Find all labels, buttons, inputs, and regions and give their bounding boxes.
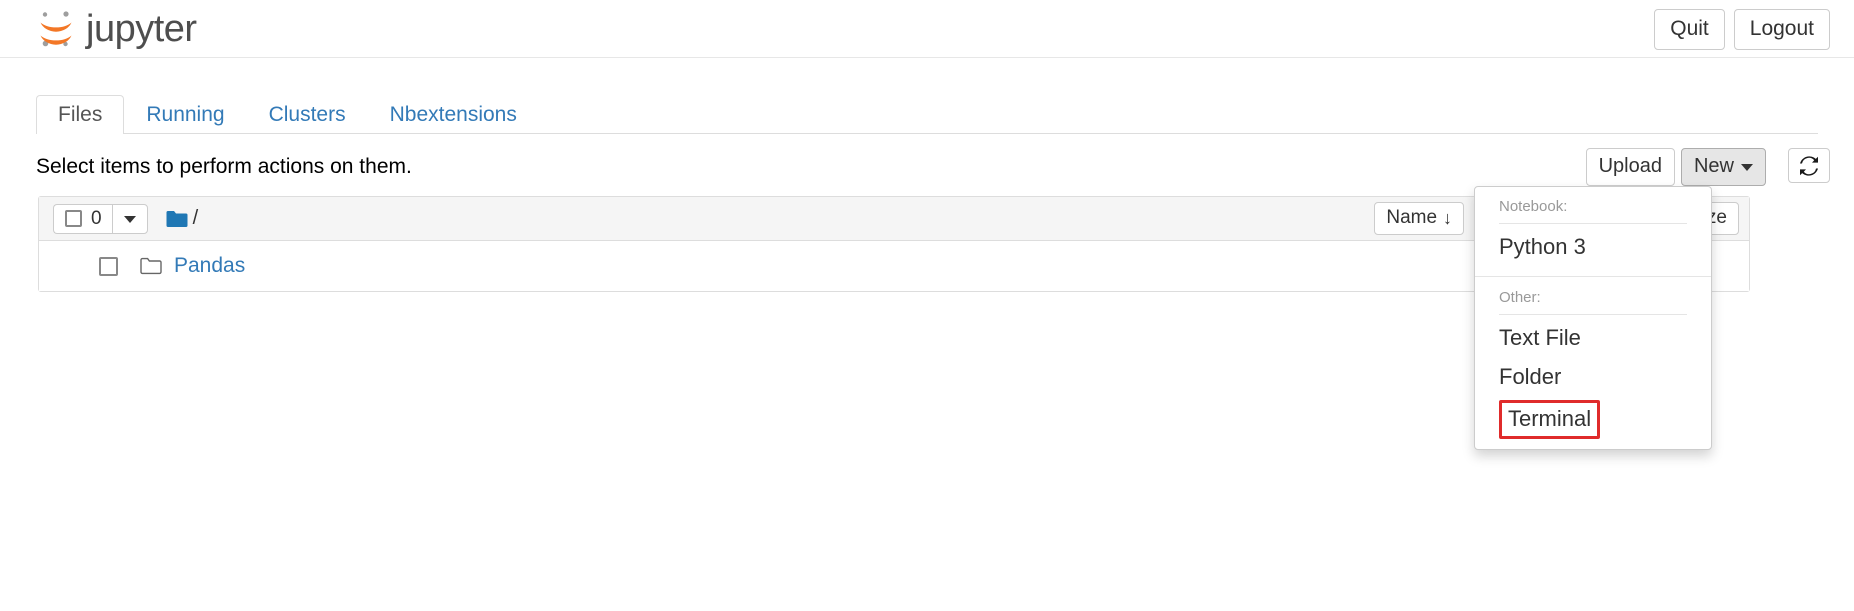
select-all-dropdown-button[interactable] bbox=[111, 203, 148, 234]
checkbox-icon bbox=[65, 209, 82, 227]
divider bbox=[1499, 313, 1687, 315]
site-header: jupyter Quit Logout bbox=[0, 0, 1854, 58]
dropdown-section-other-header: Other: bbox=[1499, 289, 1541, 306]
tab-nbextensions[interactable]: Nbextensions bbox=[368, 95, 539, 134]
quit-button[interactable]: Quit bbox=[1654, 9, 1725, 50]
file-name-link[interactable]: Pandas bbox=[174, 254, 245, 278]
new-button[interactable]: New bbox=[1680, 148, 1766, 186]
select-all-group: 0 bbox=[53, 203, 148, 234]
divider bbox=[1475, 276, 1711, 277]
tab-files[interactable]: Files bbox=[36, 95, 125, 134]
dropdown-section-notebook-header: Notebook: bbox=[1499, 198, 1568, 215]
menu-item-terminal[interactable]: Terminal bbox=[1499, 399, 1601, 439]
select-all-checkbox[interactable]: 0 bbox=[53, 203, 112, 234]
row-checkbox[interactable] bbox=[99, 256, 118, 276]
sort-name-label: Name bbox=[1386, 207, 1438, 228]
new-dropdown-menu: Notebook: Python 3 Other: Text File Fold… bbox=[1474, 186, 1712, 450]
jupyter-logo-icon bbox=[36, 8, 76, 50]
sort-descending-icon: ↓ bbox=[1443, 207, 1453, 228]
menu-item-text-file[interactable]: Text File bbox=[1475, 319, 1711, 359]
action-buttons: Upload New bbox=[1585, 148, 1766, 186]
refresh-icon bbox=[1798, 156, 1820, 180]
folder-filled-icon bbox=[166, 210, 188, 228]
caret-down-icon bbox=[123, 216, 136, 223]
selected-count: 0 bbox=[91, 207, 102, 229]
sort-by-name-button[interactable]: Name ↓ bbox=[1374, 202, 1465, 235]
selection-notice: Select items to perform actions on them. bbox=[36, 155, 412, 178]
upload-button[interactable]: Upload bbox=[1585, 148, 1675, 186]
brand[interactable]: jupyter bbox=[36, 2, 197, 56]
divider bbox=[1499, 222, 1687, 224]
menu-item-python3[interactable]: Python 3 bbox=[1475, 228, 1711, 268]
tab-running[interactable]: Running bbox=[124, 95, 246, 134]
brand-text: jupyter bbox=[86, 8, 197, 50]
header-buttons: Quit Logout bbox=[1654, 9, 1830, 50]
main-tabs: Files Running Clusters Nbextensions bbox=[36, 94, 1818, 134]
logout-button[interactable]: Logout bbox=[1733, 9, 1830, 50]
new-button-label: New bbox=[1693, 155, 1734, 177]
folder-outline-icon bbox=[140, 257, 162, 275]
menu-item-folder[interactable]: Folder bbox=[1475, 358, 1711, 398]
breadcrumb[interactable]: / bbox=[193, 207, 199, 230]
refresh-button[interactable] bbox=[1788, 148, 1830, 183]
tab-clusters[interactable]: Clusters bbox=[247, 95, 368, 134]
jupyter-file-browser-page: jupyter Quit Logout Files Running Cluste… bbox=[0, 0, 1854, 611]
caret-down-icon bbox=[1741, 163, 1753, 171]
